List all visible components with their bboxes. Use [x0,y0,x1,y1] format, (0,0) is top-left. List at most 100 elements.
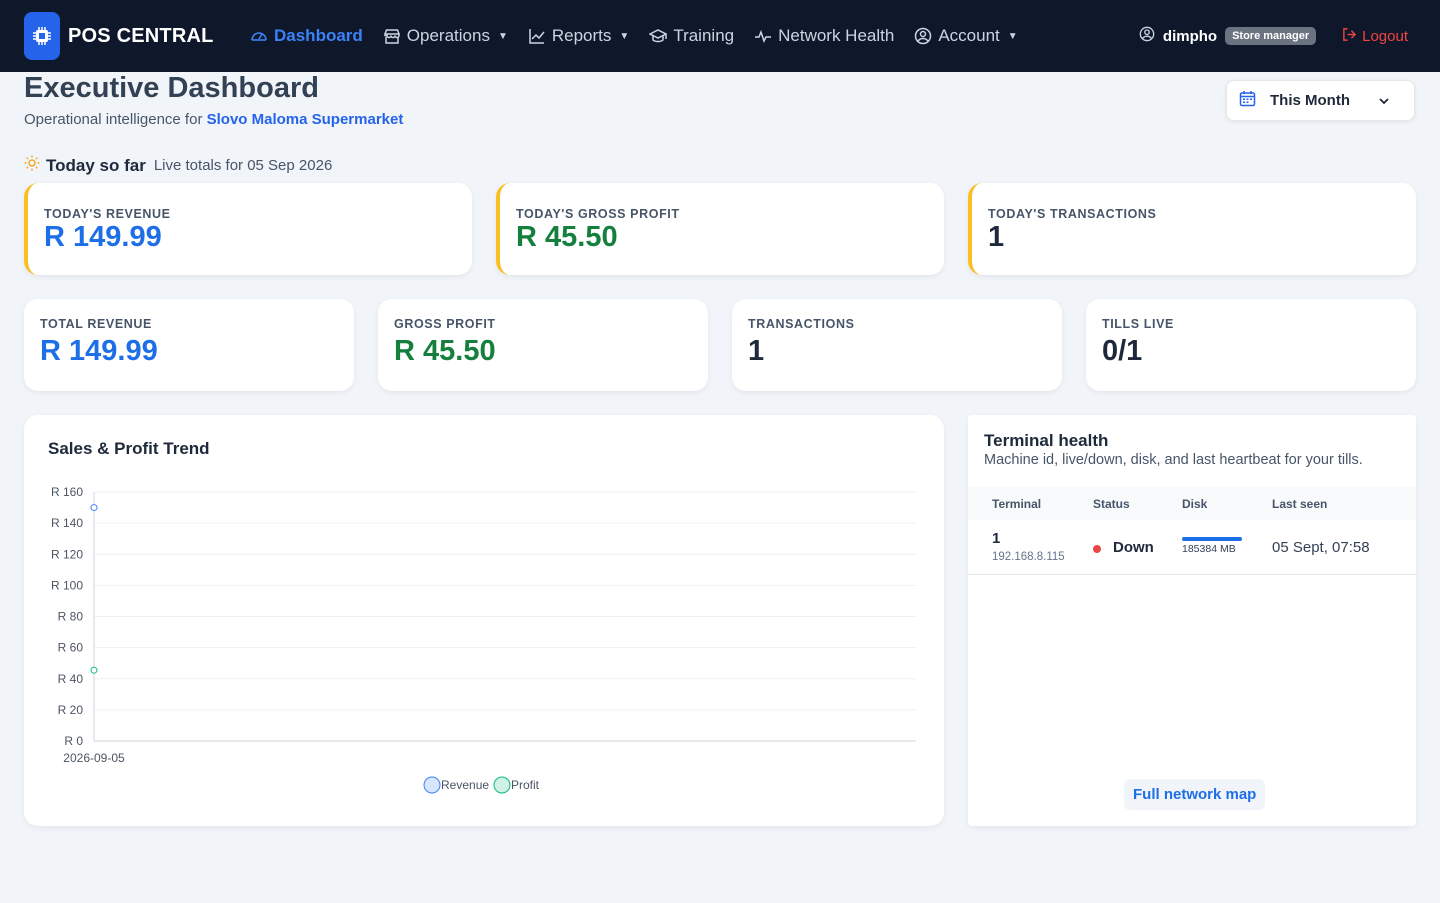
nav-reports[interactable]: Reports ▼ [528,26,629,46]
nav-reports-label: Reports [551,26,612,45]
y-tick-label: R 40 [58,672,84,686]
full-network-map-link[interactable]: Full network map [1124,779,1266,810]
stat-label: TRANSACTIONS [748,317,855,331]
today-revenue-card: TODAY'S REVENUE R 149.99 [24,183,472,275]
today-subtitle: Live totals for 05 Sep 2026 [153,157,333,174]
disk-usage-bar [1182,537,1242,541]
page-title: Executive Dashboard [24,72,319,104]
calendar-icon [1239,90,1256,112]
nav-training[interactable]: Training [649,26,734,46]
gross-profit-card: GROSS PROFIT R 45.50 [378,299,708,391]
brand[interactable]: POS CENTRAL [24,12,214,60]
disk-usage-fill [1182,537,1242,541]
column-disk: Disk [1182,497,1208,511]
total-revenue-card: TOTAL REVENUE R 149.99 [24,299,354,391]
chevron-down-icon [1378,94,1390,112]
y-tick-label: R 0 [64,734,83,748]
user-area: dimpho Store manager Logout [1139,0,1408,72]
table-row[interactable]: 1 192.168.8.115 Down 185384 MB 05 Sept, … [968,520,1416,575]
date-range-value: This Month [1270,92,1350,109]
store-link[interactable]: Slovo Maloma Supermarket [207,111,404,128]
stat-value: 1 [988,221,1005,253]
terminal-health-subtitle: Machine id, live/down, disk, and last he… [984,452,1363,468]
terminal-health-panel: Terminal health Machine id, live/down, d… [968,415,1416,826]
y-tick-label: R 120 [51,547,83,561]
y-tick-label: R 60 [58,641,84,655]
sales-profit-chart: R 160 R 140 R 120 R 100 R 80 R 60 R 40 R 20 R 0 2… [51,485,916,794]
stat-label: TODAY'S GROSS PROFIT [516,207,680,221]
data-point-revenue [90,504,98,512]
person-circle-icon [914,27,932,45]
tills-live-card: TILLS LIVE 0/1 [1086,299,1416,391]
stat-value: 1 [748,335,765,367]
legend-swatch-revenue [423,776,441,794]
table-header: Terminal Status Disk Last seen [968,487,1416,520]
nav-network-health[interactable]: Network Health [754,26,894,46]
mortarboard-icon [649,27,668,45]
nav-account-label: Account [938,26,1000,45]
logout-label: Logout [1362,27,1408,45]
stat-value: R 149.99 [44,221,162,253]
top-navbar: POS CENTRAL Dashboard Operations ▼ Repor… [0,0,1440,72]
cpu-chip-icon [24,12,60,60]
column-terminal: Terminal [992,497,1042,511]
sun-icon [24,155,40,176]
subtitle-prefix: Operational intelligence for [24,111,207,128]
stat-label: TODAY'S TRANSACTIONS [988,207,1157,221]
user-name: dimpho [1162,27,1218,45]
nav-account[interactable]: Account ▼ [914,26,1018,46]
shop-icon [383,27,401,45]
disk-value: 185384 MB [1182,543,1236,555]
legend-swatch-profit [493,776,511,794]
nav-training-label: Training [673,26,735,45]
pulse-icon [754,27,772,45]
nav-operations[interactable]: Operations ▼ [383,26,508,46]
legend-label-revenue: Revenue [441,778,489,792]
nav-network-health-label: Network Health [778,26,895,45]
stat-value: 0/1 [1102,335,1143,367]
x-tick-label: 2026-09-05 [63,751,125,765]
user-icon [1139,26,1155,47]
caret-down-icon: ▼ [619,30,630,42]
terminal-id: 1 [992,530,1001,547]
speedometer-icon [250,27,268,45]
today-title: Today so far [46,155,146,175]
stat-value: R 149.99 [40,335,158,367]
stat-label: TODAY'S REVENUE [44,207,171,221]
stat-value: R 45.50 [394,335,496,367]
stat-label: TOTAL REVENUE [40,317,152,331]
caret-down-icon: ▼ [1007,30,1018,42]
column-last-seen: Last seen [1272,497,1328,511]
terminal-health-title: Terminal health [984,431,1109,450]
terminal-ip: 192.168.8.115 [992,551,1065,563]
transactions-card: TRANSACTIONS 1 [732,299,1062,391]
legend-label-profit: Profit [511,778,540,792]
logout-icon [1342,27,1357,46]
terminal-status: Down [1113,539,1154,556]
column-status: Status [1093,497,1130,511]
nav-dashboard[interactable]: Dashboard [250,26,363,46]
today-gross-profit-card: TODAY'S GROSS PROFIT R 45.50 [496,183,944,275]
y-tick-label: R 160 [51,485,83,499]
page-subtitle: Operational intelligence for Slovo Malom… [24,111,403,128]
y-tick-label: R 140 [51,516,83,530]
role-badge: Store manager [1225,27,1317,45]
caret-down-icon: ▼ [497,30,508,42]
logout-button[interactable]: Logout [1342,27,1408,46]
stat-label: GROSS PROFIT [394,317,496,331]
nav-operations-label: Operations [406,26,490,45]
date-range-select[interactable]: This Month [1226,80,1415,121]
status-dot-icon [1093,545,1101,553]
y-tick-label: R 80 [58,610,84,624]
sales-profit-chart-panel: Sales & Profit Trend R 160 R 140 R 120 R 10… [24,415,944,826]
today-heading: Today so far Live totals for 05 Sep 2026 [24,155,332,176]
stat-label: TILLS LIVE [1102,317,1174,331]
main-nav: Dashboard Operations ▼ Reports ▼ Trainin… [250,0,1018,72]
today-transactions-card: TODAY'S TRANSACTIONS 1 [968,183,1416,275]
data-point-profit [90,666,98,674]
y-tick-label: R 100 [51,578,83,592]
nav-dashboard-label: Dashboard [274,26,363,45]
brand-name: POS CENTRAL [68,24,214,47]
chart-line-icon [528,27,546,45]
y-tick-label: R 20 [58,703,84,717]
